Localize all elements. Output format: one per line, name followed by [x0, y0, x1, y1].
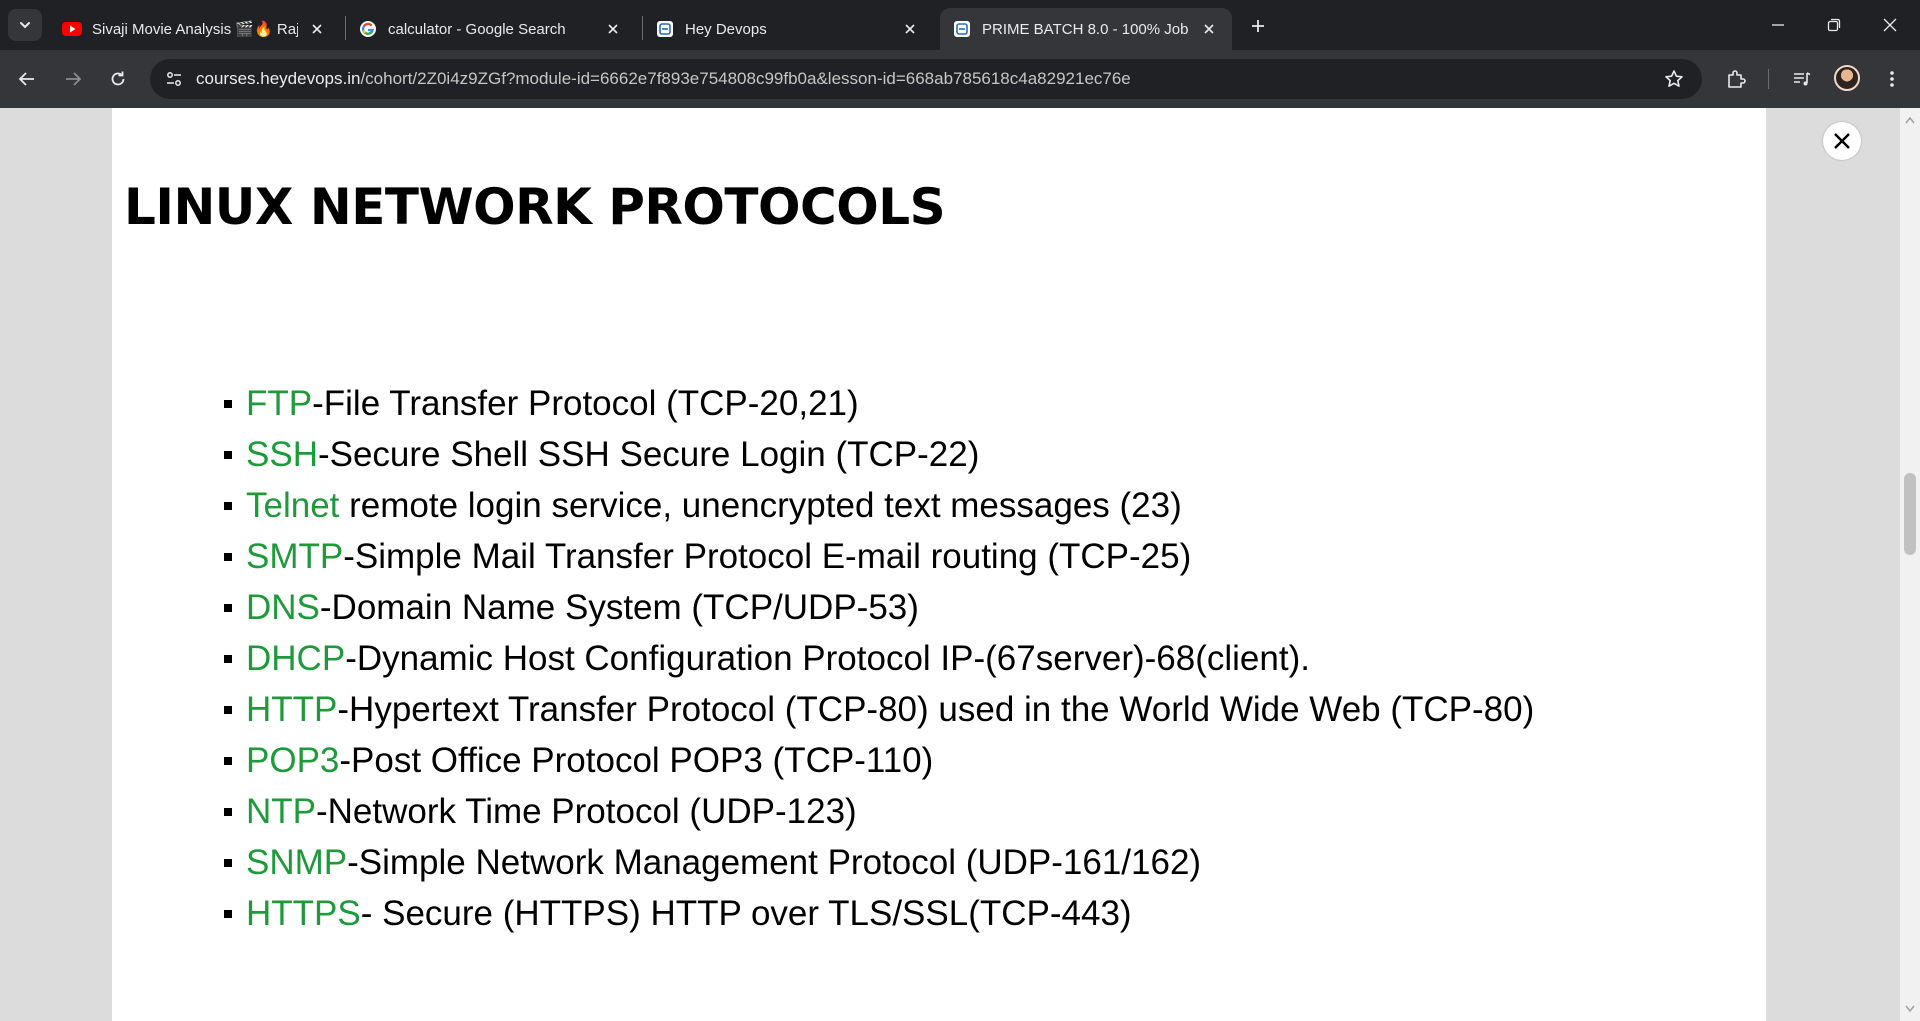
reload-button[interactable]	[100, 61, 136, 97]
protocol-description: -Hypertext Transfer Protocol (TCP-80) us…	[337, 689, 1535, 729]
bullet-icon	[224, 501, 232, 510]
url-path: /cohort/2Z0i4z9ZGf?module-id=6662e7f893e…	[360, 69, 1131, 88]
bullet-icon	[224, 909, 232, 918]
list-item: POP3 -Post Office Protocol POP3 (TCP-110)	[224, 735, 1534, 786]
bullet-icon	[224, 858, 232, 867]
heydevops-icon	[655, 19, 675, 39]
tab-title: PRIME BATCH 8.0 - 100% Job R	[982, 20, 1190, 38]
google-icon	[358, 19, 378, 39]
address-bar[interactable]: courses.heydevops.in/cohort/2Z0i4z9ZGf?m…	[150, 59, 1702, 99]
scroll-up-icon[interactable]	[1904, 114, 1916, 126]
toolbar-divider	[1768, 69, 1769, 89]
chevron-down-icon	[20, 22, 30, 29]
url-text[interactable]: courses.heydevops.in/cohort/2Z0i4z9ZGf?m…	[196, 59, 1131, 99]
page-scrollbar[interactable]	[1900, 108, 1920, 1021]
list-item: DHCP -Dynamic Host Configuration Protocol…	[224, 633, 1534, 684]
bullet-icon	[224, 552, 232, 561]
tab-title: Hey Devops	[685, 20, 767, 38]
protocol-name: FTP	[246, 383, 313, 423]
protocol-name: HTTPS	[246, 893, 361, 933]
lesson-slide: LINUX NETWORK PROTOCOLS FTP -File Transfe…	[112, 108, 1766, 1021]
protocol-name: DHCP	[246, 638, 346, 678]
tab-google-search[interactable]: calculator - Google Search	[346, 8, 636, 50]
tab-search-button[interactable]	[8, 9, 42, 41]
protocol-description: remote login service, unencrypted text m…	[339, 485, 1182, 525]
protocol-name: SMTP	[246, 536, 344, 576]
protocol-description: - Secure (HTTPS) HTTP over TLS/SSL(TCP-4…	[360, 893, 1132, 933]
tab-strip: Sivaji Movie Analysis 🎬🔥 Raji calculator…	[0, 0, 1920, 50]
list-item: DNS -Domain Name System (TCP/UDP-53)	[224, 582, 1534, 633]
protocol-description: -Simple Mail Transfer Protocol E-mail ro…	[343, 536, 1192, 576]
scroll-down-icon[interactable]	[1904, 1003, 1916, 1015]
tab-title: Sivaji Movie Analysis 🎬🔥 Raji	[92, 21, 298, 38]
restore-icon	[1827, 18, 1841, 32]
protocol-description: -Simple Network Management Protocol (UDP…	[347, 842, 1202, 882]
tab-youtube[interactable]: Sivaji Movie Analysis 🎬🔥 Raji	[50, 8, 340, 50]
bullet-icon	[224, 603, 232, 612]
close-tab-icon[interactable]	[1198, 18, 1220, 40]
close-tab-icon[interactable]	[899, 18, 921, 40]
bullet-icon	[224, 654, 232, 663]
list-item: Telnet remote login service, unencrypted…	[224, 480, 1534, 531]
bullet-icon	[224, 399, 232, 408]
new-tab-button[interactable]	[1244, 12, 1272, 40]
close-icon	[1883, 18, 1897, 32]
browser-toolbar: courses.heydevops.in/cohort/2Z0i4z9ZGf?m…	[0, 50, 1920, 108]
close-tab-icon[interactable]	[602, 18, 624, 40]
forward-button[interactable]	[55, 61, 91, 97]
minimize-button[interactable]	[1750, 8, 1806, 42]
protocol-description: -Dynamic Host Configuration Protocol IP-…	[345, 638, 1310, 678]
back-button[interactable]	[9, 61, 45, 97]
list-item: SNMP -Simple Network Management Protocol …	[224, 837, 1534, 888]
tab-hey-devops[interactable]: Hey Devops	[643, 8, 933, 50]
menu-kebab-icon[interactable]	[1876, 63, 1908, 95]
youtube-icon	[62, 19, 82, 39]
url-host: courses.heydevops.in	[196, 69, 361, 88]
list-item: HTTPS - Secure (HTTPS) HTTP over TLS/SSL(…	[224, 888, 1534, 939]
bullet-icon	[224, 450, 232, 459]
tab-prime-batch[interactable]: PRIME BATCH 8.0 - 100% Job R	[940, 8, 1232, 50]
protocol-name: POP3	[246, 740, 340, 780]
extensions-icon[interactable]	[1720, 63, 1752, 95]
bookmark-star-icon[interactable]	[1660, 65, 1688, 93]
list-item: FTP -File Transfer Protocol (TCP-20,21)	[224, 378, 1534, 429]
protocol-description: -Secure Shell SSH Secure Login (TCP-22)	[317, 434, 980, 474]
list-item: SSH -Secure Shell SSH Secure Login (TCP-2…	[224, 429, 1534, 480]
protocol-description: -Network Time Protocol (UDP-123)	[316, 791, 857, 831]
heydevops-icon	[952, 19, 972, 39]
profile-avatar[interactable]	[1834, 65, 1860, 91]
window-close-button[interactable]	[1862, 8, 1918, 42]
list-item: SMTP -Simple Mail Transfer Protocol E-mai…	[224, 531, 1534, 582]
plus-icon	[1252, 20, 1264, 32]
bullet-icon	[224, 756, 232, 765]
protocol-list: FTP -File Transfer Protocol (TCP-20,21) S…	[224, 378, 1534, 939]
back-arrow-icon	[18, 72, 34, 86]
restore-button[interactable]	[1806, 8, 1862, 42]
list-item: NTP -Network Time Protocol (UDP-123)	[224, 786, 1534, 837]
forward-arrow-icon	[66, 72, 82, 86]
minimize-icon	[1772, 24, 1784, 26]
lesson-heading: LINUX NETWORK PROTOCOLS	[124, 178, 946, 236]
close-tab-icon[interactable]	[306, 18, 328, 40]
protocol-name: HTTP	[246, 689, 338, 729]
media-controls-icon[interactable]	[1786, 63, 1818, 95]
close-icon	[1834, 133, 1850, 149]
list-item: HTTP -Hypertext Transfer Protocol (TCP-80…	[224, 684, 1534, 735]
protocol-description: -File Transfer Protocol (TCP-20,21)	[312, 383, 859, 423]
bullet-icon	[224, 807, 232, 816]
protocol-description: -Post Office Protocol POP3 (TCP-110)	[339, 740, 934, 780]
page-viewport: LINUX NETWORK PROTOCOLS FTP -File Transfe…	[0, 108, 1900, 1021]
bullet-icon	[224, 705, 232, 714]
protocol-name: SNMP	[246, 842, 348, 882]
protocol-name: NTP	[246, 791, 316, 831]
protocol-description: -Domain Name System (TCP/UDP-53)	[319, 587, 919, 627]
close-lesson-button[interactable]	[1823, 122, 1861, 160]
tab-title: calculator - Google Search	[388, 20, 566, 38]
reload-icon	[111, 71, 125, 86]
site-info-icon[interactable]	[160, 65, 188, 93]
protocol-name: Telnet	[246, 485, 340, 525]
protocol-name: DNS	[246, 587, 320, 627]
scroll-thumb[interactable]	[1904, 473, 1916, 555]
protocol-name: SSH	[246, 434, 318, 474]
